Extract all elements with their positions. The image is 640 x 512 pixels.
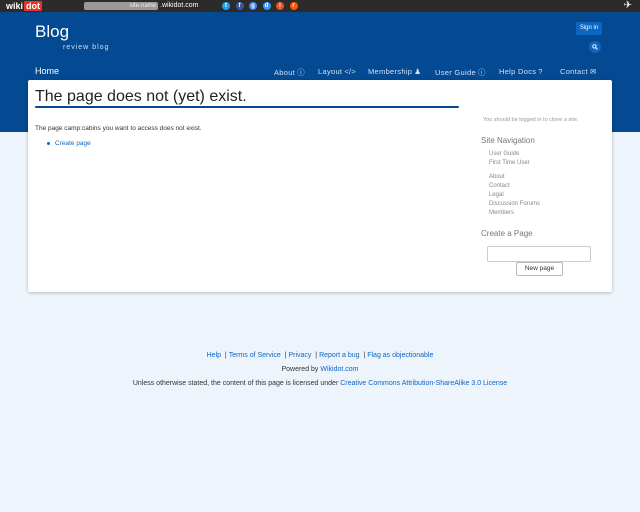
search-button[interactable] <box>589 41 601 53</box>
nav-label: Contact <box>560 67 588 76</box>
nav-label: Help Docs <box>499 67 537 76</box>
nav-label: Layout <box>318 67 343 76</box>
footer-privacy-link[interactable]: Privacy <box>288 352 311 359</box>
domain-suffix: .wikidot.com <box>160 2 199 9</box>
license-notice: Unless otherwise stated, the content of … <box>0 380 640 387</box>
missing-page-message: The page camp:cabins you want to access … <box>35 125 202 132</box>
nav-label: Membership <box>368 67 413 76</box>
sidebar-link-legal[interactable]: Legal <box>489 192 504 198</box>
powered-by-text: Powered by <box>281 366 319 373</box>
delicious-icon[interactable]: d <box>262 2 271 10</box>
nav-label: User Guide <box>435 68 476 77</box>
footer-report-bug-link[interactable]: Report a bug <box>319 352 359 359</box>
site-subtitle: review blog <box>63 44 110 51</box>
nav-help-docs[interactable]: Help Docs? <box>499 67 543 76</box>
license-text: Unless otherwise stated, the content of … <box>132 380 339 387</box>
top-navigation: Home About ⓘ Layout </> Membership ♟ User G… <box>0 64 640 80</box>
envelope-icon: ✉ <box>589 67 597 76</box>
list-bullet <box>47 142 50 145</box>
nav-contact[interactable]: Contact ✉ <box>560 67 597 76</box>
create-page-link[interactable]: Create page <box>55 140 91 147</box>
code-icon: </> <box>344 67 357 76</box>
new-page-button[interactable]: New page <box>516 262 563 276</box>
question-icon: ? <box>538 67 543 76</box>
new-page-name-input[interactable] <box>487 246 591 262</box>
logo-wiki-text: wiki <box>6 1 24 11</box>
footer-links: Help | Terms of Service | Privacy | Repo… <box>206 352 434 359</box>
sidebar-link-discussion-forums[interactable]: Discussion Forums <box>489 201 540 207</box>
sidebar-link-members[interactable]: Members <box>489 210 514 216</box>
wikidot-link[interactable]: Wikidot.com <box>320 366 358 373</box>
reddit-icon[interactable]: r <box>289 2 298 10</box>
nav-layout[interactable]: Layout </> <box>318 67 356 76</box>
footer-help-link[interactable]: Help <box>207 352 221 359</box>
google-icon[interactable]: g <box>249 2 257 10</box>
user-icon: ♟ <box>414 67 422 76</box>
powered-by: Powered by Wikidot.com <box>0 366 640 373</box>
nav-label: About <box>274 68 296 77</box>
title-underline <box>35 106 459 108</box>
facebook-icon[interactable]: f <box>235 2 244 10</box>
wikidot-top-bar: wiki dot site-name .wikidot.com tfgdir ✈ <box>0 0 640 12</box>
info-icon: ⓘ <box>297 68 305 77</box>
footer-terms-link[interactable]: Terms of Service <box>229 352 281 359</box>
site-name-input[interactable]: site-name <box>84 2 158 10</box>
clone-login-note: You should be logged in to clone a site. <box>483 117 579 123</box>
twitter-icon[interactable]: t <box>222 2 230 10</box>
site-title[interactable]: Blog <box>35 22 69 42</box>
logo-dot-text: dot <box>24 1 43 11</box>
sidebar-link-about[interactable]: About <box>489 174 505 180</box>
sign-in-button[interactable]: Sign in <box>576 22 602 35</box>
info-icon: ⓘ <box>477 68 486 77</box>
nav-user-guide[interactable]: User Guide ⓘ <box>435 67 486 78</box>
wikidot-logo[interactable]: wiki dot <box>6 1 43 11</box>
search-icon <box>592 44 598 50</box>
plane-icon[interactable]: ✈ <box>624 0 632 12</box>
license-link[interactable]: Creative Commons Attribution-ShareAlike … <box>340 380 507 387</box>
footer-flag-link[interactable]: Flag as objectionable <box>367 352 433 359</box>
sidebar-link-user-guide[interactable]: User Guide <box>489 151 519 157</box>
digg-icon[interactable]: i <box>276 2 284 10</box>
sidebar-link-first-time-user[interactable]: First Time User <box>489 160 530 166</box>
nav-home[interactable]: Home <box>35 66 59 76</box>
content-card: The page does not (yet) exist. The page … <box>28 80 612 292</box>
page-title: The page does not (yet) exist. <box>35 88 247 105</box>
nav-membership[interactable]: Membership ♟ <box>368 67 421 76</box>
nav-about[interactable]: About ⓘ <box>274 67 305 78</box>
sidebar-link-contact[interactable]: Contact <box>489 183 510 189</box>
site-navigation-heading: Site Navigation <box>481 136 535 145</box>
create-page-heading: Create a Page <box>481 229 533 238</box>
